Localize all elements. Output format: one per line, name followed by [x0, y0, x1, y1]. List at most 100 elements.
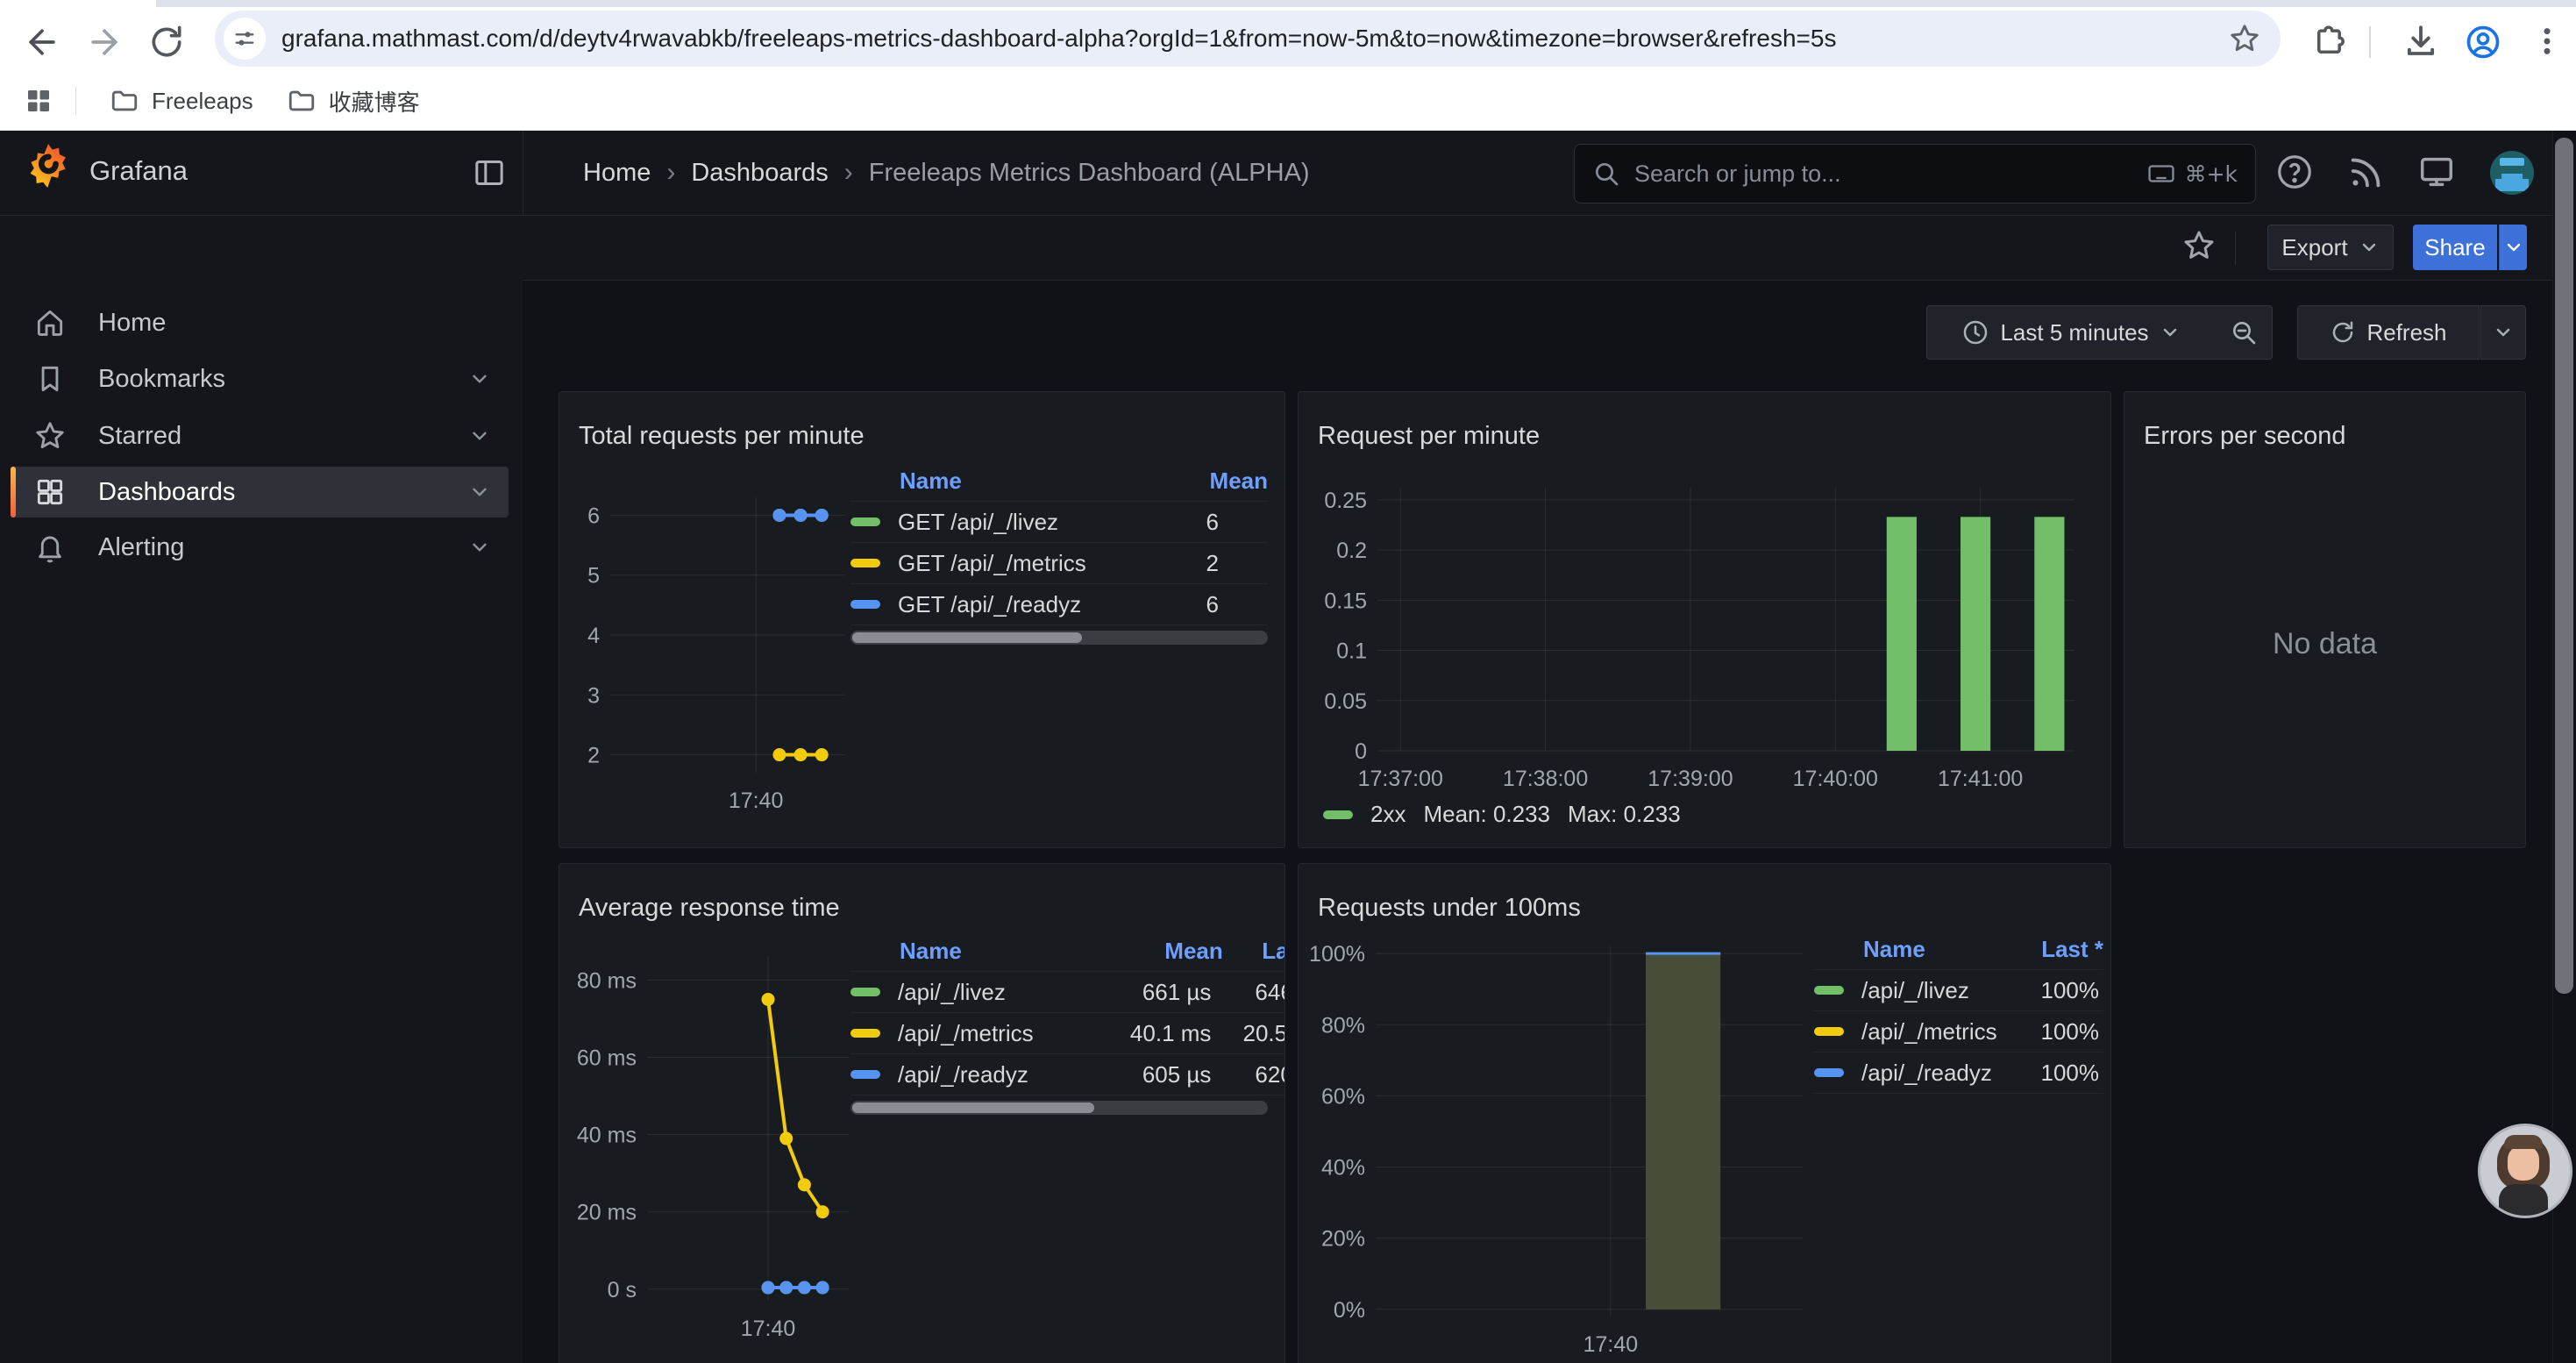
series-name[interactable]: /api/_/readyz — [1814, 1060, 1998, 1087]
monitor-icon[interactable] — [2416, 152, 2459, 194]
series-value: 2 — [1114, 550, 1219, 577]
legend-horizontal-scrollbar[interactable] — [850, 1101, 1268, 1115]
user-avatar[interactable] — [2490, 151, 2534, 195]
breadcrumb-dashboards[interactable]: Dashboards — [691, 159, 828, 188]
bar-chart-request-per-minute[interactable]: 0.250.20.150.10.05017:37:0017:38:0017:39… — [1306, 467, 2099, 805]
brand-name[interactable]: Grafana — [89, 155, 188, 187]
reload-icon[interactable] — [147, 23, 186, 61]
share-dropdown-button[interactable] — [2499, 225, 2527, 270]
legend-max: Max: 0.233 — [1568, 801, 1681, 828]
legend-row: /api/_/readyz605 µs620 µs — [850, 1054, 1285, 1095]
star-icon — [33, 419, 67, 453]
panel-title[interactable]: Errors per second — [2144, 422, 2346, 451]
sidebar-item-dashboards[interactable]: Dashboards — [11, 467, 509, 517]
site-settings-icon[interactable] — [224, 18, 266, 60]
sidebar-item-bookmarks[interactable]: Bookmarks — [11, 353, 509, 404]
series-name[interactable]: /api/_/metrics — [1814, 1018, 1998, 1045]
legend-column-header[interactable]: Name — [850, 467, 1163, 495]
refresh-interval-dropdown[interactable] — [2480, 305, 2526, 360]
panel-title[interactable]: Request per minute — [1318, 422, 1540, 451]
chevron-down-icon[interactable] — [468, 481, 491, 503]
series-name[interactable]: /api/_/metrics — [850, 1020, 1085, 1047]
legend-column-header[interactable]: Last * — [2018, 936, 2103, 963]
share-button[interactable]: Share — [2413, 225, 2497, 270]
series-color-dash — [1323, 810, 1353, 819]
sidebar-item-home[interactable]: Home — [11, 297, 509, 348]
time-range-picker[interactable]: Last 5 minutes — [1926, 305, 2216, 360]
address-bar[interactable]: grafana.mathmast.com/d/deytv4rwavabkb/fr… — [215, 11, 2281, 67]
line-chart-total-requests[interactable]: 6543217:40 — [568, 473, 857, 824]
line-chart-average-response-time[interactable]: 80 ms60 ms40 ms20 ms0 s17:40 — [565, 936, 859, 1353]
bookmarks-bar: Freeleaps 收藏博客 — [0, 72, 2576, 131]
panel-title[interactable]: Average response time — [579, 894, 840, 923]
search-icon — [1592, 160, 1620, 188]
chevron-down-icon[interactable] — [468, 536, 491, 559]
active-item-indicator — [11, 467, 16, 517]
zoom-out-button[interactable] — [2215, 305, 2273, 360]
series-value: 100% — [1998, 1018, 2099, 1045]
bookmark-star-icon[interactable] — [2228, 22, 2261, 55]
legend-column-header[interactable]: Mean — [1163, 467, 1268, 495]
svg-text:0.25: 0.25 — [1324, 489, 1367, 513]
refresh-button[interactable]: Refresh — [2297, 305, 2480, 360]
active-tab-remnant[interactable] — [0, 0, 156, 7]
back-icon[interactable] — [23, 23, 61, 61]
extensions-puzzle-icon[interactable] — [2311, 23, 2350, 61]
profile-icon[interactable] — [2464, 23, 2502, 61]
folder-icon — [110, 86, 139, 116]
legend-column-header[interactable]: Name — [850, 938, 1109, 965]
legend-column-header[interactable]: Last * — [1223, 938, 1285, 965]
export-button[interactable]: Export — [2267, 225, 2394, 270]
bookmark-item-blogs[interactable]: 收藏博客 — [287, 85, 420, 118]
download-icon[interactable] — [2402, 23, 2441, 61]
legend-horizontal-scrollbar[interactable] — [850, 631, 1268, 645]
bookmark-item-freeleaps[interactable]: Freeleaps — [110, 86, 253, 116]
search-input[interactable]: Search or jump to... ⌘+k — [1574, 144, 2256, 203]
screen: grafana.mathmast.com/d/deytv4rwavabkb/fr… — [0, 0, 2576, 1363]
series-name[interactable]: /api/_/livez — [1814, 977, 1998, 1004]
help-icon[interactable] — [2274, 152, 2316, 194]
series-name[interactable]: GET /api/_/readyz — [850, 591, 1114, 618]
breadcrumb-home[interactable]: Home — [583, 159, 651, 188]
sidebar-item-starred[interactable]: Starred — [11, 410, 509, 461]
bar-chart-requests-under-100ms[interactable]: 100%80%60%40%20%0%17:40 — [1306, 931, 1818, 1362]
svg-text:6: 6 — [587, 503, 600, 528]
series-name[interactable]: 2xx — [1370, 801, 1405, 828]
svg-text:20%: 20% — [1321, 1227, 1365, 1252]
panel-title[interactable]: Requests under 100ms — [1318, 894, 1581, 923]
svg-text:0%: 0% — [1334, 1298, 1365, 1323]
chevron-down-icon[interactable] — [468, 368, 491, 390]
url-text[interactable]: grafana.mathmast.com/d/deytv4rwavabkb/fr… — [281, 25, 2228, 53]
chevron-down-icon[interactable] — [468, 425, 491, 447]
series-name[interactable]: GET /api/_/metrics — [850, 550, 1114, 577]
series-color-dash — [850, 1029, 880, 1038]
panel-title[interactable]: Total requests per minute — [579, 422, 865, 451]
series-name[interactable]: /api/_/readyz — [850, 1061, 1085, 1088]
svg-text:17:41:00: 17:41:00 — [1938, 767, 2023, 791]
page-scrollbar-thumb[interactable] — [2555, 138, 2573, 994]
series-name[interactable]: /api/_/livez — [850, 979, 1085, 1006]
favorite-star-icon[interactable] — [2181, 228, 2217, 263]
sidebar-toggle-icon[interactable] — [472, 155, 507, 190]
series-value: 6 — [1114, 591, 1219, 618]
legend-column-header[interactable]: Mean — [1109, 938, 1222, 965]
chart-legend: 2xx Mean: 0.233 Max: 0.233 — [1323, 801, 1681, 828]
grafana-header: Grafana Home › Dashboards › Freeleaps Me… — [0, 131, 2576, 216]
sidebar-item-label: Bookmarks — [98, 365, 468, 394]
svg-text:60%: 60% — [1321, 1084, 1365, 1109]
svg-text:17:40: 17:40 — [741, 1317, 796, 1341]
series-color-dash — [1814, 1068, 1844, 1077]
grafana-logo-icon[interactable] — [26, 141, 70, 190]
floating-assistant-avatar[interactable] — [2478, 1124, 2572, 1218]
forward-icon[interactable] — [85, 23, 124, 61]
series-name[interactable]: GET /api/_/livez — [850, 509, 1114, 536]
rss-news-icon[interactable] — [2346, 152, 2388, 194]
sidebar-item-alerting[interactable]: Alerting — [11, 522, 509, 573]
no-data-message: No data — [2124, 627, 2525, 661]
svg-text:0 s: 0 s — [608, 1278, 637, 1302]
legend-column-header[interactable]: Name — [1814, 936, 2018, 963]
breadcrumb-separator: › — [844, 158, 853, 188]
apps-grid-icon[interactable] — [23, 85, 54, 117]
svg-text:0: 0 — [1355, 739, 1367, 764]
menu-dots-icon[interactable] — [2529, 23, 2567, 61]
